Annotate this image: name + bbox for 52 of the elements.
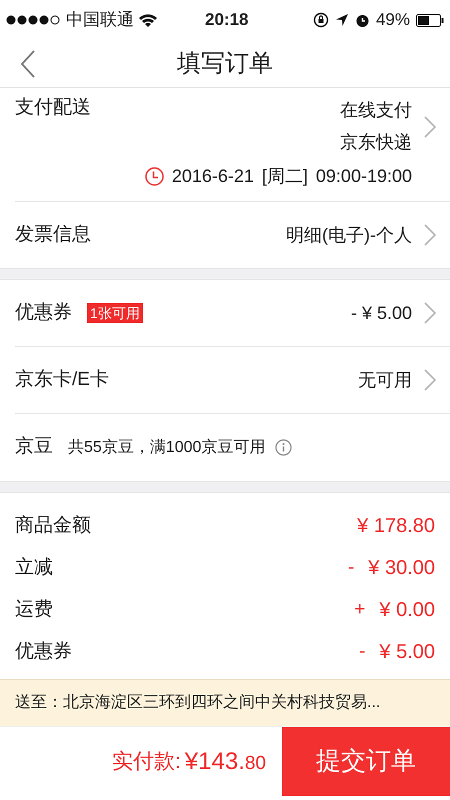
summary-amount: ¥ 178.80 bbox=[357, 514, 435, 539]
invoice-type: 明细(电子)-个人 bbox=[286, 224, 412, 247]
summary-label: 商品金额 bbox=[15, 514, 91, 538]
row-label: 发票信息 bbox=[15, 222, 91, 247]
summary-amount: ¥ 0.00 bbox=[379, 598, 435, 623]
availability-badge: 1张可用 bbox=[87, 303, 143, 323]
sign-text: - bbox=[348, 556, 354, 580]
row-label: 优惠券 bbox=[15, 300, 72, 325]
clock-time: 20:18 bbox=[205, 9, 248, 32]
beans-note: 共55京豆，满1000京豆可用 bbox=[68, 438, 266, 458]
back-icon bbox=[20, 50, 36, 78]
delivery-row[interactable]: 支付配送 在线支付 京东快递 2016-6-21 [周二] 09:00-19:00 bbox=[15, 88, 450, 202]
battery-icon bbox=[416, 14, 444, 26]
gift-card-row[interactable]: 京东卡/E卡 无可用 bbox=[15, 347, 450, 414]
chevron-icon bbox=[424, 369, 436, 391]
delivery-time: 09:00-19:00 bbox=[316, 165, 412, 188]
delivery-date: 2016-6-21 bbox=[172, 165, 254, 188]
shipping-method: 京东快递 bbox=[340, 131, 412, 154]
signal-icon bbox=[6, 15, 62, 25]
summary-amount: ¥ 5.00 bbox=[379, 640, 435, 665]
submit-order-button[interactable]: 提交订单 bbox=[282, 727, 450, 796]
address-bar: 送至：北京海淀区三环到四环之间中关村科技贸易... bbox=[0, 679, 450, 726]
summary-label: 优惠券 bbox=[15, 640, 72, 664]
row-label: 支付配送 bbox=[15, 96, 91, 120]
row-label: 京豆 bbox=[15, 435, 53, 460]
chevron-icon bbox=[424, 116, 436, 138]
summary-amount: ¥ 30.00 bbox=[368, 556, 435, 581]
sign-text: + bbox=[354, 598, 366, 622]
info-icon[interactable] bbox=[275, 439, 292, 456]
chevron-icon bbox=[424, 302, 436, 324]
location-arrow-icon bbox=[334, 13, 349, 27]
total-label: 实付款: bbox=[112, 748, 181, 775]
page-title: 填写订单 bbox=[177, 48, 273, 78]
row-value: 无可用 bbox=[358, 368, 412, 392]
row-value: - ¥ 5.00 bbox=[350, 302, 412, 324]
wifi-icon bbox=[138, 12, 158, 28]
total-amount: ¥143.80 bbox=[184, 746, 266, 776]
delivery-weekday: [周二] bbox=[262, 165, 308, 188]
summary-label: 运费 bbox=[15, 598, 53, 622]
payment-method: 在线支付 bbox=[340, 99, 412, 122]
summary-label: 立减 bbox=[15, 556, 53, 580]
rotation-lock-icon bbox=[312, 12, 329, 28]
clock-icon bbox=[144, 166, 164, 186]
invoice-row[interactable]: 发票信息 明细(电子)-个人 bbox=[15, 202, 450, 268]
row-label: 京东卡/E卡 bbox=[15, 368, 109, 392]
alarm-clock-icon bbox=[354, 12, 370, 28]
battery-percent: 49% bbox=[376, 9, 410, 32]
carrier-name: 中国联通 bbox=[66, 9, 134, 32]
beans-row[interactable]: 京豆 共55京豆，满1000京豆可用 bbox=[15, 414, 450, 481]
chevron-icon bbox=[424, 224, 436, 246]
sign-text: - bbox=[359, 640, 366, 664]
coupon-row[interactable]: 优惠券 1张可用 - ¥ 5.00 bbox=[15, 280, 450, 347]
